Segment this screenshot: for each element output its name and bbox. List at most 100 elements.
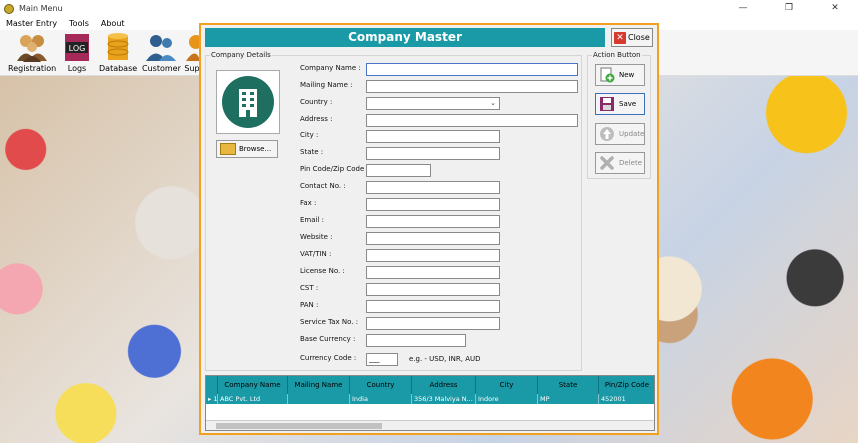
cell-address[interactable]: 356/3 Malviya N...	[412, 394, 476, 404]
column-company-name[interactable]: Company Name	[218, 376, 288, 394]
state-label: State :	[300, 148, 324, 156]
menu-tools[interactable]: Tools	[63, 19, 95, 28]
new-label: New	[619, 71, 635, 79]
toolbar-database-label: Database	[99, 64, 138, 73]
delete-label: Delete	[619, 159, 642, 167]
column-address[interactable]: Address	[412, 376, 476, 394]
company-master-dialog: Company Master ✕ Close Company Details B…	[199, 23, 659, 435]
currency-code-input[interactable]: ___	[366, 353, 398, 366]
toolbar-supplier-label: Sup	[184, 64, 200, 73]
city-input[interactable]	[366, 130, 500, 143]
delete-x-icon	[599, 155, 615, 171]
company-grid[interactable]: Company Name Mailing Name Country Addres…	[205, 375, 655, 431]
cell-city[interactable]: Indore	[476, 394, 538, 404]
column-pin-zip[interactable]: Pin/Zip Code	[599, 376, 654, 394]
supplier-icon	[184, 32, 203, 62]
mailing-name-label: Mailing Name :	[300, 81, 353, 89]
minimize-button[interactable]: —	[720, 0, 766, 17]
address-label: Address :	[300, 115, 333, 123]
action-button-group: Action Button New Save Update Delete	[587, 51, 651, 179]
email-label: Email :	[300, 216, 325, 224]
log-badge-text: LOG	[69, 44, 86, 53]
pin-code-input[interactable]	[366, 164, 431, 177]
browse-label: Browse...	[239, 145, 272, 153]
toolbar-supplier-button[interactable]: Sup	[184, 32, 203, 73]
vat-label: VAT/TIN :	[300, 250, 332, 258]
mailing-name-input[interactable]	[366, 80, 578, 93]
company-logo-frame	[216, 70, 280, 134]
state-input[interactable]	[366, 147, 500, 160]
restore-button[interactable]: ❐	[766, 0, 812, 17]
browse-button[interactable]: Browse...	[216, 140, 278, 158]
contact-label: Contact No. :	[300, 182, 346, 190]
customer-icon	[144, 32, 178, 62]
fax-input[interactable]	[366, 198, 500, 211]
cell-country[interactable]: India	[350, 394, 412, 404]
currency-code-label: Currency Code :	[300, 354, 357, 362]
title-bar: Main Menu — ❐ ✕	[0, 0, 858, 17]
action-button-title: Action Button	[592, 51, 642, 59]
column-mailing-name[interactable]: Mailing Name	[288, 376, 350, 394]
cst-label: CST :	[300, 284, 319, 292]
horizontal-scrollbar[interactable]	[206, 420, 654, 430]
column-state[interactable]: State	[538, 376, 599, 394]
cell-company-name[interactable]: ABC Pvt. Ltd	[218, 394, 288, 404]
website-input[interactable]	[366, 232, 500, 245]
cell-mailing-name[interactable]	[288, 394, 350, 404]
column-country[interactable]: Country	[350, 376, 412, 394]
license-input[interactable]	[366, 266, 500, 279]
dialog-close-button[interactable]: ✕ Close	[611, 28, 653, 47]
row-marker: ▸ 1	[208, 394, 218, 404]
toolbar-customer-label: Customer	[142, 64, 181, 73]
company-name-label: Company Name :	[300, 64, 361, 72]
company-name-input[interactable]	[366, 63, 578, 76]
dialog-title: Company Master	[205, 28, 605, 47]
toolbar-customer-button[interactable]: Customer	[142, 32, 181, 73]
menu-about[interactable]: About	[95, 19, 131, 28]
window-close-button[interactable]: ✕	[812, 0, 858, 17]
fax-label: Fax :	[300, 199, 317, 207]
scrollbar-thumb[interactable]	[216, 423, 382, 429]
toolbar-logs-button[interactable]: LOG Logs	[60, 32, 94, 73]
base-currency-input[interactable]	[366, 334, 466, 347]
toolbar-logs-label: Logs	[67, 64, 87, 73]
column-city[interactable]: City	[476, 376, 538, 394]
company-details-title: Company Details	[210, 51, 272, 59]
log-book-icon: LOG	[60, 32, 94, 62]
cell-pin-zip[interactable]: 452001	[599, 394, 654, 404]
table-row[interactable]: ▸ 1 ABC Pvt. Ltd India 356/3 Malviya N..…	[206, 394, 654, 404]
contact-input[interactable]	[366, 181, 500, 194]
window-title: Main Menu	[19, 4, 63, 13]
menu-master-entry[interactable]: Master Entry	[0, 19, 63, 28]
delete-button[interactable]: Delete	[595, 152, 645, 174]
floppy-disk-icon	[599, 96, 615, 112]
people-icon	[15, 32, 49, 62]
base-currency-label: Base Currency :	[300, 335, 356, 343]
service-tax-input[interactable]	[366, 317, 500, 330]
update-arrow-icon	[599, 126, 615, 142]
window-controls: — ❐ ✕	[720, 0, 858, 17]
currency-hint: e.g. - USD, INR, AUD	[409, 355, 481, 363]
address-input[interactable]	[366, 114, 578, 127]
save-label: Save	[619, 100, 637, 108]
vat-input[interactable]	[366, 249, 500, 262]
pin-code-label: Pin Code/Zip Code :	[300, 165, 369, 173]
update-button[interactable]: Update	[595, 123, 645, 145]
country-label: Country :	[300, 98, 333, 106]
chevron-down-icon: ⌄	[490, 99, 496, 107]
new-button[interactable]: New	[595, 64, 645, 86]
country-select[interactable]: ⌄	[366, 97, 500, 110]
toolbar-registration-button[interactable]: Registration	[8, 32, 56, 73]
cell-state[interactable]: MP	[538, 394, 599, 404]
email-input[interactable]	[366, 215, 500, 228]
cst-input[interactable]	[366, 283, 500, 296]
pan-input[interactable]	[366, 300, 500, 313]
company-details-group: Company Details Browse... Company Name:…	[205, 51, 582, 371]
save-button[interactable]: Save	[595, 93, 645, 115]
toolbar-database-button[interactable]: Database	[99, 32, 137, 73]
license-label: License No. :	[300, 267, 345, 275]
website-label: Website :	[300, 233, 333, 241]
pan-label: PAN :	[300, 301, 319, 309]
main-menu-window: Main Menu — ❐ ✕ Master Entry Tools About…	[0, 0, 858, 443]
app-icon	[4, 3, 14, 14]
